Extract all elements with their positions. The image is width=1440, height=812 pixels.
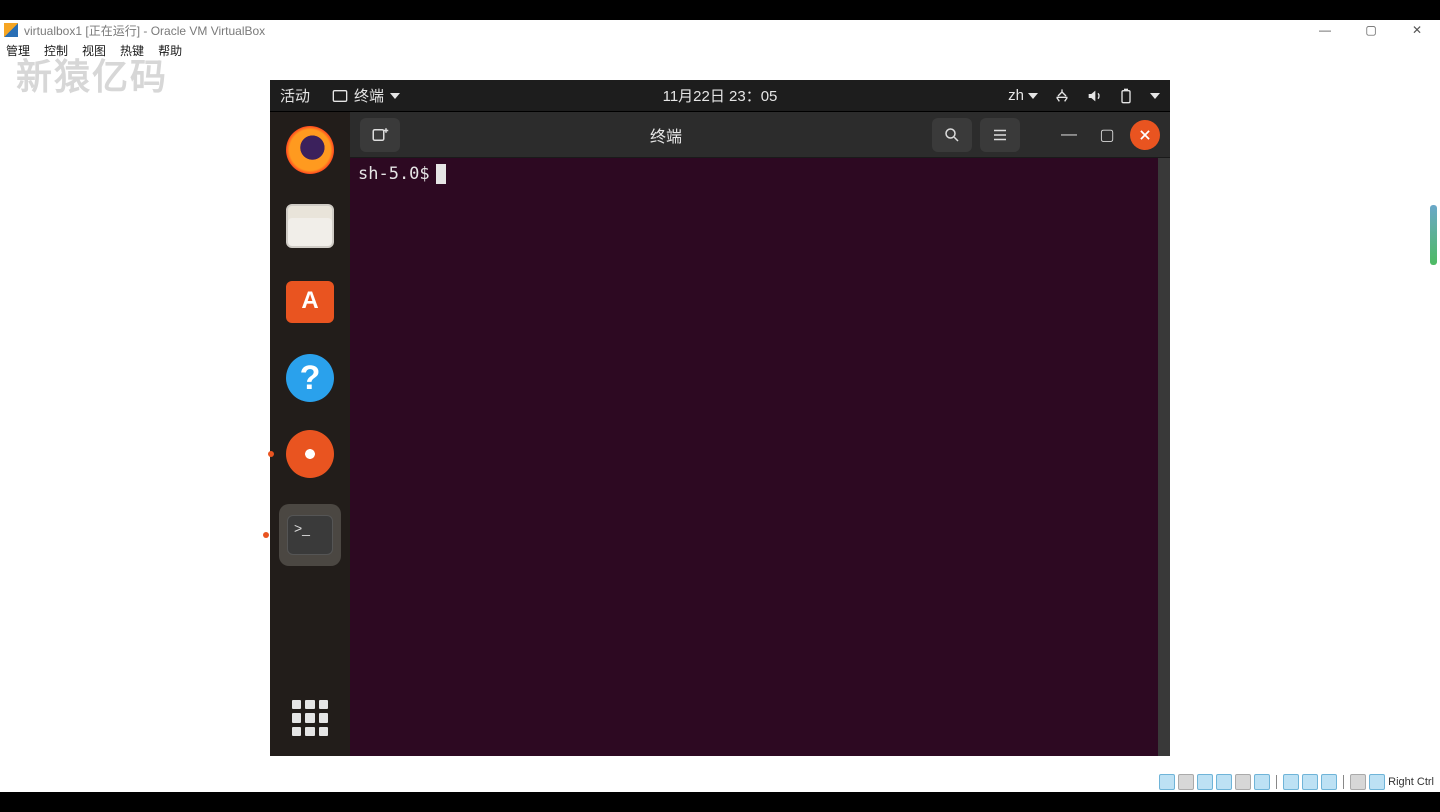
software-icon xyxy=(286,281,334,323)
vb-keyboard-icon[interactable] xyxy=(1369,774,1385,790)
hamburger-icon xyxy=(991,126,1009,144)
window-maximize-button[interactable]: ▢ xyxy=(1092,120,1122,150)
host-menu-hotkey[interactable]: 热键 xyxy=(120,42,144,59)
dock-item-firefox[interactable] xyxy=(284,124,336,176)
network-icon[interactable] xyxy=(1054,88,1070,104)
ime-label: zh xyxy=(1008,87,1024,104)
help-icon: ? xyxy=(286,354,334,402)
settings-icon xyxy=(286,430,334,478)
dock-item-software[interactable] xyxy=(284,276,336,328)
host-minimize-button[interactable]: — xyxy=(1302,20,1348,40)
vb-shared-folder-icon[interactable] xyxy=(1254,774,1270,790)
terminal-title: 终端 xyxy=(408,123,924,147)
chevron-down-icon[interactable] xyxy=(1150,93,1160,99)
vb-mouse-integration-icon[interactable] xyxy=(1350,774,1366,790)
chevron-down-icon xyxy=(1028,93,1038,99)
terminal-cursor xyxy=(436,164,446,184)
activities-button[interactable]: 活动 xyxy=(280,85,310,106)
chevron-down-icon xyxy=(390,93,400,99)
host-scrollbar-thumb[interactable] xyxy=(1430,205,1437,265)
files-icon xyxy=(286,204,334,248)
host-menu-view[interactable]: 视图 xyxy=(82,42,106,59)
vb-display-icon[interactable] xyxy=(1283,774,1299,790)
host-maximize-button[interactable]: ▢ xyxy=(1348,20,1394,40)
guest-body: ? >_ 终端 xyxy=(270,112,1170,756)
host-close-button[interactable]: ✕ xyxy=(1394,20,1440,40)
terminal-headerbar: 终端 — ▢ xyxy=(350,112,1170,158)
volume-icon[interactable] xyxy=(1086,88,1102,104)
ubuntu-topbar: 活动 终端 11月22日 23：05 zh xyxy=(270,80,1170,112)
guest-vm-display: 活动 终端 11月22日 23：05 zh xyxy=(270,80,1170,756)
host-key-label: Right Ctrl xyxy=(1388,776,1434,788)
close-icon xyxy=(1138,128,1152,142)
host-titlebar: virtualbox1 [正在运行] - Oracle VM VirtualBo… xyxy=(0,20,1440,40)
dock-item-settings[interactable] xyxy=(284,428,336,480)
vb-optical-icon[interactable] xyxy=(1178,774,1194,790)
search-button[interactable] xyxy=(932,118,972,152)
host-window-title: virtualbox1 [正在运行] - Oracle VM VirtualBo… xyxy=(24,22,265,39)
vb-cpu-icon[interactable] xyxy=(1321,774,1337,790)
host-menu-manage[interactable]: 管理 xyxy=(6,42,30,59)
vb-usb-icon[interactable] xyxy=(1235,774,1251,790)
host-menubar: 管理 控制 视图 热键 帮助 xyxy=(0,40,1440,61)
clock[interactable]: 11月22日 23：05 xyxy=(663,85,778,106)
vb-network-icon[interactable] xyxy=(1216,774,1232,790)
vb-hdd-icon[interactable] xyxy=(1159,774,1175,790)
new-tab-icon xyxy=(371,126,389,144)
app-menu-label: 终端 xyxy=(354,85,384,106)
terminal-app-icon xyxy=(332,88,348,104)
search-icon xyxy=(943,126,961,144)
app-menu[interactable]: 终端 xyxy=(332,85,400,106)
host-window: virtualbox1 [正在运行] - Oracle VM VirtualBo… xyxy=(0,20,1440,792)
statusbar-separator xyxy=(1276,775,1277,789)
terminal-window: 终端 — ▢ sh-5.0$ xyxy=(350,112,1170,756)
host-menu-help[interactable]: 帮助 xyxy=(158,42,182,59)
host-menu-control[interactable]: 控制 xyxy=(44,42,68,59)
battery-icon[interactable] xyxy=(1118,88,1134,104)
dock-item-terminal[interactable]: >_ xyxy=(279,504,341,566)
new-tab-button[interactable] xyxy=(360,118,400,152)
vb-audio-icon[interactable] xyxy=(1197,774,1213,790)
ime-indicator[interactable]: zh xyxy=(1008,87,1038,104)
terminal-prompt: sh-5.0$ xyxy=(358,164,430,184)
virtualbox-icon xyxy=(4,23,18,37)
terminal-scrollbar[interactable] xyxy=(1158,158,1170,756)
window-close-button[interactable] xyxy=(1130,120,1160,150)
window-minimize-button[interactable]: — xyxy=(1054,120,1084,150)
hamburger-menu-button[interactable] xyxy=(980,118,1020,152)
terminal-body[interactable]: sh-5.0$ xyxy=(350,158,1170,756)
host-statusbar: Right Ctrl xyxy=(0,772,1440,792)
ubuntu-dock: ? >_ xyxy=(270,112,350,756)
vb-recording-icon[interactable] xyxy=(1302,774,1318,790)
statusbar-separator xyxy=(1343,775,1344,789)
terminal-icon: >_ xyxy=(287,515,333,555)
firefox-icon xyxy=(286,126,334,174)
dock-item-files[interactable] xyxy=(284,200,336,252)
dock-item-help[interactable]: ? xyxy=(284,352,336,404)
show-applications-button[interactable] xyxy=(292,700,328,736)
